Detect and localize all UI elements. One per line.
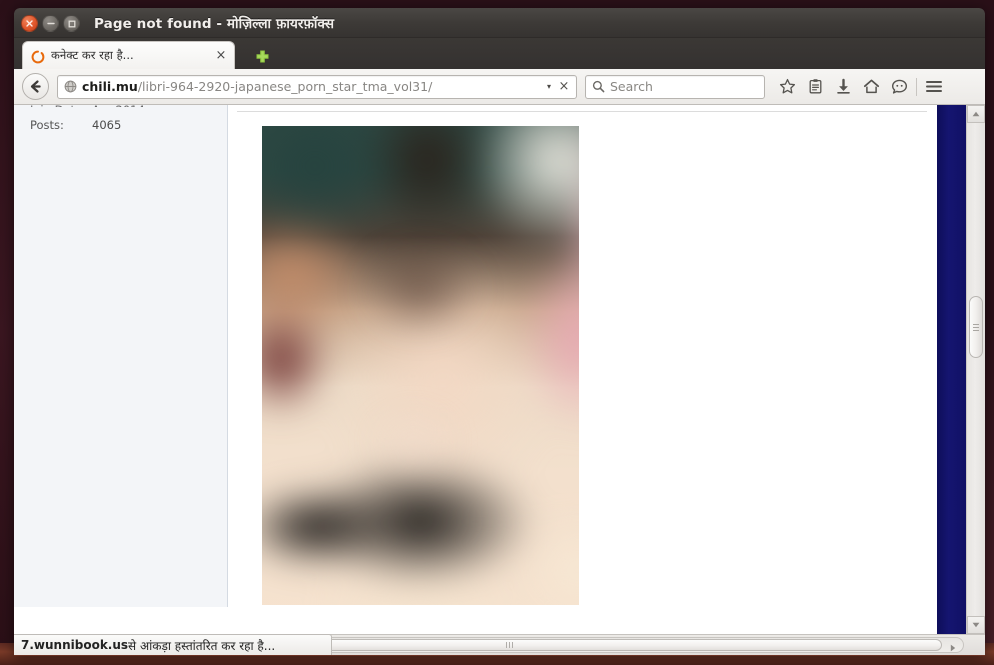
minimize-window-button[interactable] [42,15,59,32]
search-icon [592,80,605,93]
stop-loading-button[interactable]: × [556,80,572,93]
back-arrow-icon [30,80,41,93]
url-text[interactable]: chili.mu/libri-964-2920-japanese_porn_st… [82,79,542,94]
cut-off-row: Join Date:Apr 2014 [30,105,145,107]
posts-label: Posts: [30,118,64,132]
minimize-icon [46,22,55,25]
scroll-right-button[interactable] [945,640,961,656]
post-image[interactable] [262,126,579,605]
browser-window: Page not found - मोज़िल्ला फ़ायरफ़ॉक्स क… [14,8,985,656]
url-path: /libri-964-2920-japanese_porn_star_tma_v… [137,79,433,94]
tab-active[interactable]: कनेक्ट कर रहा है... × [22,41,235,69]
join-date-value: Apr 2014 [92,105,145,107]
maximize-icon [68,20,75,27]
plus-icon [256,50,268,62]
posts-row: Posts: 4065 [30,118,121,132]
tab-title: कनेक्ट कर रहा है... [51,48,134,62]
chevron-down-icon[interactable]: ▾ [542,82,556,91]
cut-off-post-text [249,105,609,107]
scroll-grip-icon [973,323,979,331]
vertical-scroll-thumb[interactable] [969,296,983,358]
maximize-window-button[interactable] [63,15,80,32]
home-icon[interactable] [857,73,885,101]
close-window-button[interactable] [21,15,38,32]
window-title: Page not found - मोज़िल्ला फ़ायरफ़ॉक्स [94,16,335,32]
forum-post-body [229,105,937,607]
forum-user-info-sidebar: Join Date:Apr 2014 Posts: 4065 [14,105,228,607]
posts-value: 4065 [92,118,122,132]
sync-chat-icon[interactable] [885,73,913,101]
join-date-label: Join Date: [30,105,92,107]
url-host: chili.mu [82,79,138,94]
loading-spinner-icon [31,49,45,63]
search-input[interactable] [610,79,758,94]
toolbar-separator [916,77,917,96]
status-message: से आंकड़ा हस्तांतरित कर रहा है... [128,638,276,653]
url-bar[interactable]: chili.mu/libri-964-2920-japanese_porn_st… [57,74,577,99]
hamburger-menu-icon[interactable] [920,73,948,101]
chevron-right-icon [950,644,956,652]
close-icon [26,20,33,27]
new-tab-button[interactable] [252,46,272,66]
chevron-down-icon [972,622,980,628]
navigation-toolbar: chili.mu/libri-964-2920-japanese_porn_st… [14,69,985,105]
tab-strip: कनेक्ट कर रहा है... × [14,38,985,69]
page-viewport: Join Date:Apr 2014 Posts: 4065 [14,105,985,634]
back-button[interactable] [22,73,49,100]
vertical-scrollbar[interactable] [966,105,985,634]
bottom-bar: 7.wunnibook.us से आंकड़ा हस्तांतरित कर र… [14,634,985,655]
title-bar: Page not found - मोज़िल्ला फ़ायरफ़ॉक्स [14,8,985,38]
search-bar[interactable] [585,74,765,99]
scroll-grip-icon [505,642,513,648]
tab-close-button[interactable]: × [214,49,228,63]
scroll-up-button[interactable] [967,105,985,123]
globe-icon [64,80,77,93]
toolbar-icons [773,73,948,101]
downloads-icon[interactable] [829,73,857,101]
window-controls [21,15,80,32]
page-background-band [937,105,966,634]
reading-list-icon[interactable] [801,73,829,101]
scroll-down-button[interactable] [967,616,985,634]
status-bar: 7.wunnibook.us से आंकड़ा हस्तांतरित कर र… [14,634,332,655]
bookmark-star-icon[interactable] [773,73,801,101]
desktop-left-edge [0,0,14,665]
chevron-up-icon [972,111,980,117]
photo-highlight-layer [262,126,579,605]
status-host: 7.wunnibook.us [21,638,129,652]
post-divider [237,111,927,112]
